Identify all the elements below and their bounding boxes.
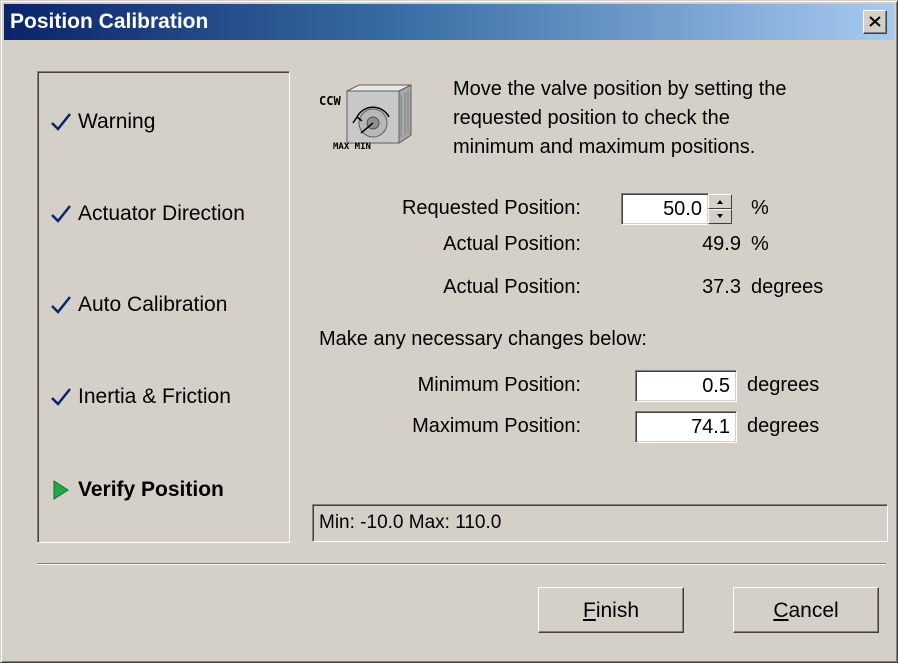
valve-bottom-text: MAX MIN [333,142,371,152]
step-label: Inertia & Friction [78,385,231,408]
actual-position-degrees-value: 37.3 [702,276,741,298]
wizard-steps-panel: Warning Actuator Direction Auto Calibrat… [37,71,290,543]
cancel-label: ancel [788,599,839,622]
requested-position-spinner [708,193,734,225]
requested-position-input[interactable]: 50.0 [621,193,709,225]
actual-position-degrees-unit: degrees [751,276,824,298]
play-arrow-icon [44,480,78,500]
step-label: Warning [78,110,156,133]
actual-position-percent-label: Actual Position: [443,233,581,255]
valve-rotation-icon: CCW MAX MIN [317,83,421,153]
minimum-position-input[interactable]: 0.5 [635,370,737,402]
checkmark-icon [44,204,78,224]
instructions-text: Move the valve position by setting the r… [453,75,873,162]
instructions-line-2: requested position to check the [453,107,730,129]
arrow-up-icon [717,200,723,204]
separator [37,563,886,565]
step-label: Auto Calibration [78,293,228,316]
minimum-position-label: Minimum Position: [417,374,581,396]
requested-position-label: Requested Position: [401,197,581,219]
maximum-position-input[interactable]: 74.1 [635,411,737,443]
step-verify-position: Verify Position [44,470,284,510]
finish-button[interactable]: Finish [538,587,684,633]
checkmark-icon [44,112,78,132]
arrow-down-icon [717,214,723,218]
actual-position-degrees-label: Actual Position: [443,276,581,298]
range-status-bar: Min: -10.0 Max: 110.0 [312,504,888,542]
cancel-button[interactable]: Cancel [733,587,879,633]
requested-position-unit: % [751,197,769,219]
checkmark-icon [44,295,78,315]
finish-accelerator: F [582,599,596,622]
actual-position-percent-value: 49.9 [702,233,741,255]
window-title: Position Calibration [10,10,209,33]
valve-top-text: CCW [319,94,341,108]
changes-heading: Make any necessary changes below: [319,328,647,350]
finish-label: inish [595,599,640,622]
maximum-position-unit: degrees [747,415,820,437]
step-label: Actuator Direction [78,202,245,225]
close-button[interactable] [863,10,887,34]
title-bar[interactable]: Position Calibration [4,4,894,40]
position-calibration-dialog: Position Calibration Warning Actuator Di… [0,0,898,663]
step-actuator-direction: Actuator Direction [44,194,284,234]
instructions-line-1: Move the valve position by setting the [453,78,787,100]
close-icon [869,16,881,27]
actual-position-percent-unit: % [751,233,769,255]
maximum-position-label: Maximum Position: [412,415,581,437]
spinner-down-button[interactable] [708,209,732,224]
checkmark-icon [44,387,78,407]
step-inertia-friction: Inertia & Friction [44,377,284,417]
step-auto-calibration: Auto Calibration [44,285,284,325]
instructions-line-3: minimum and maximum positions. [453,136,756,158]
spinner-up-button[interactable] [708,194,732,209]
cancel-accelerator: C [773,599,789,622]
minimum-position-unit: degrees [747,374,820,396]
step-warning: Warning [44,102,284,142]
step-label: Verify Position [78,478,224,501]
